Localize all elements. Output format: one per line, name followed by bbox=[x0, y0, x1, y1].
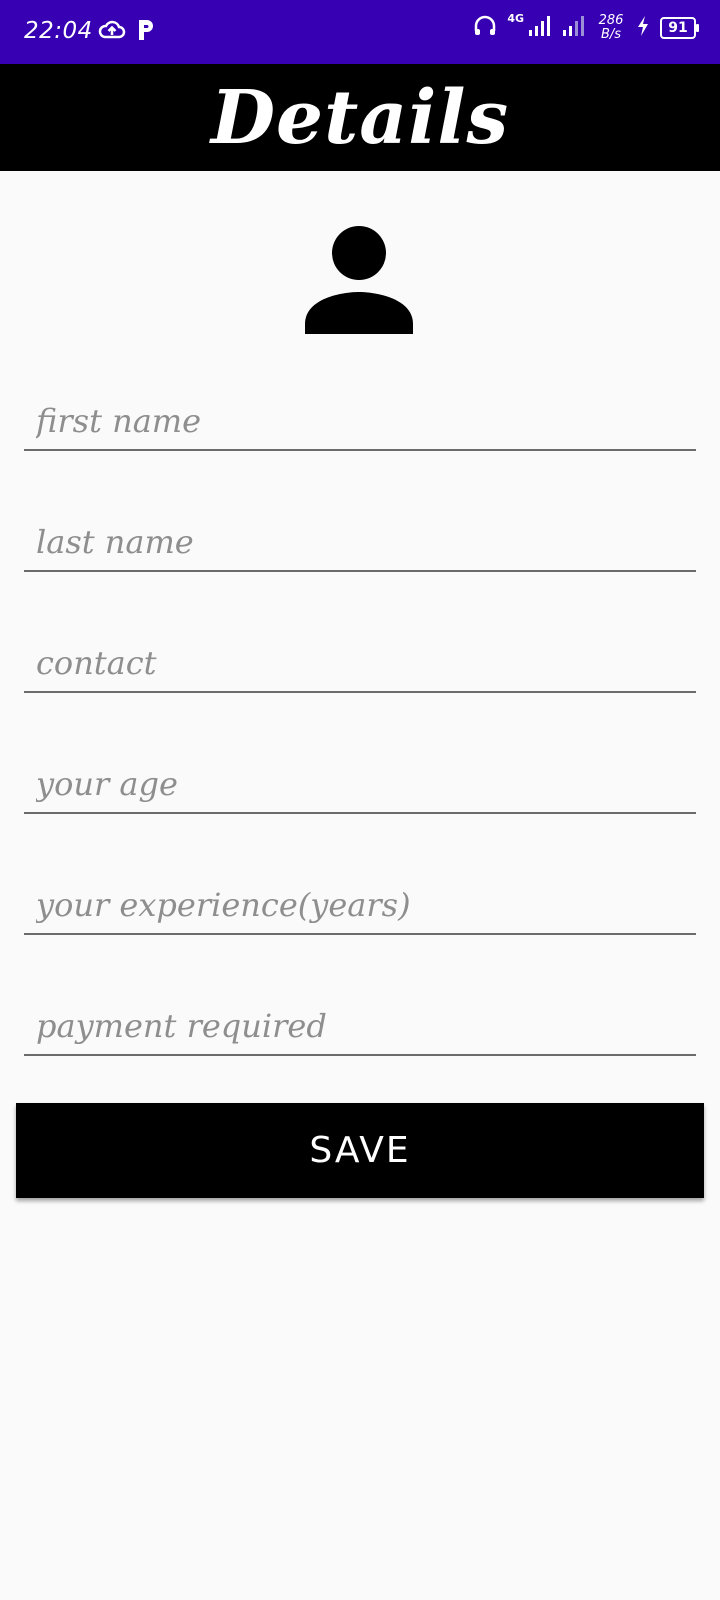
headset-icon bbox=[473, 14, 497, 42]
app-toolbar: Details bbox=[0, 64, 720, 171]
battery-level: 91 bbox=[668, 20, 688, 36]
cloud-upload-icon bbox=[98, 18, 126, 46]
status-system-icons: 4G 286 B/s 91 bbox=[473, 11, 699, 42]
payment-input[interactable] bbox=[24, 998, 696, 1054]
payment-field[interactable] bbox=[24, 998, 696, 1056]
signal-icon bbox=[562, 15, 586, 41]
first-name-input[interactable] bbox=[24, 393, 696, 449]
last-name-field[interactable] bbox=[24, 514, 696, 572]
age-input[interactable] bbox=[24, 756, 696, 812]
experience-input[interactable] bbox=[24, 877, 696, 933]
battery-icon: 91 bbox=[660, 17, 699, 39]
signal-icon bbox=[528, 15, 552, 41]
status-notification-icons bbox=[98, 18, 156, 46]
experience-field[interactable] bbox=[24, 877, 696, 935]
contact-field[interactable] bbox=[24, 635, 696, 693]
speed-value: 286 bbox=[598, 13, 624, 28]
network-type-label: 4G bbox=[507, 11, 524, 25]
contact-input[interactable] bbox=[24, 635, 696, 691]
network-speed: 286 B/s bbox=[596, 14, 626, 42]
first-name-field[interactable] bbox=[24, 393, 696, 451]
page-title: Details bbox=[210, 74, 510, 161]
speed-unit: B/s bbox=[600, 27, 622, 42]
status-bar: 22:04 4G 286 B/s 91 bbox=[0, 0, 720, 64]
charging-bolt-icon bbox=[636, 15, 650, 41]
save-button[interactable]: SAVE bbox=[16, 1103, 704, 1198]
status-time: 22:04 bbox=[24, 18, 93, 44]
age-field[interactable] bbox=[24, 756, 696, 814]
person-icon bbox=[305, 226, 413, 334]
last-name-input[interactable] bbox=[24, 514, 696, 570]
p-app-icon bbox=[136, 18, 156, 46]
